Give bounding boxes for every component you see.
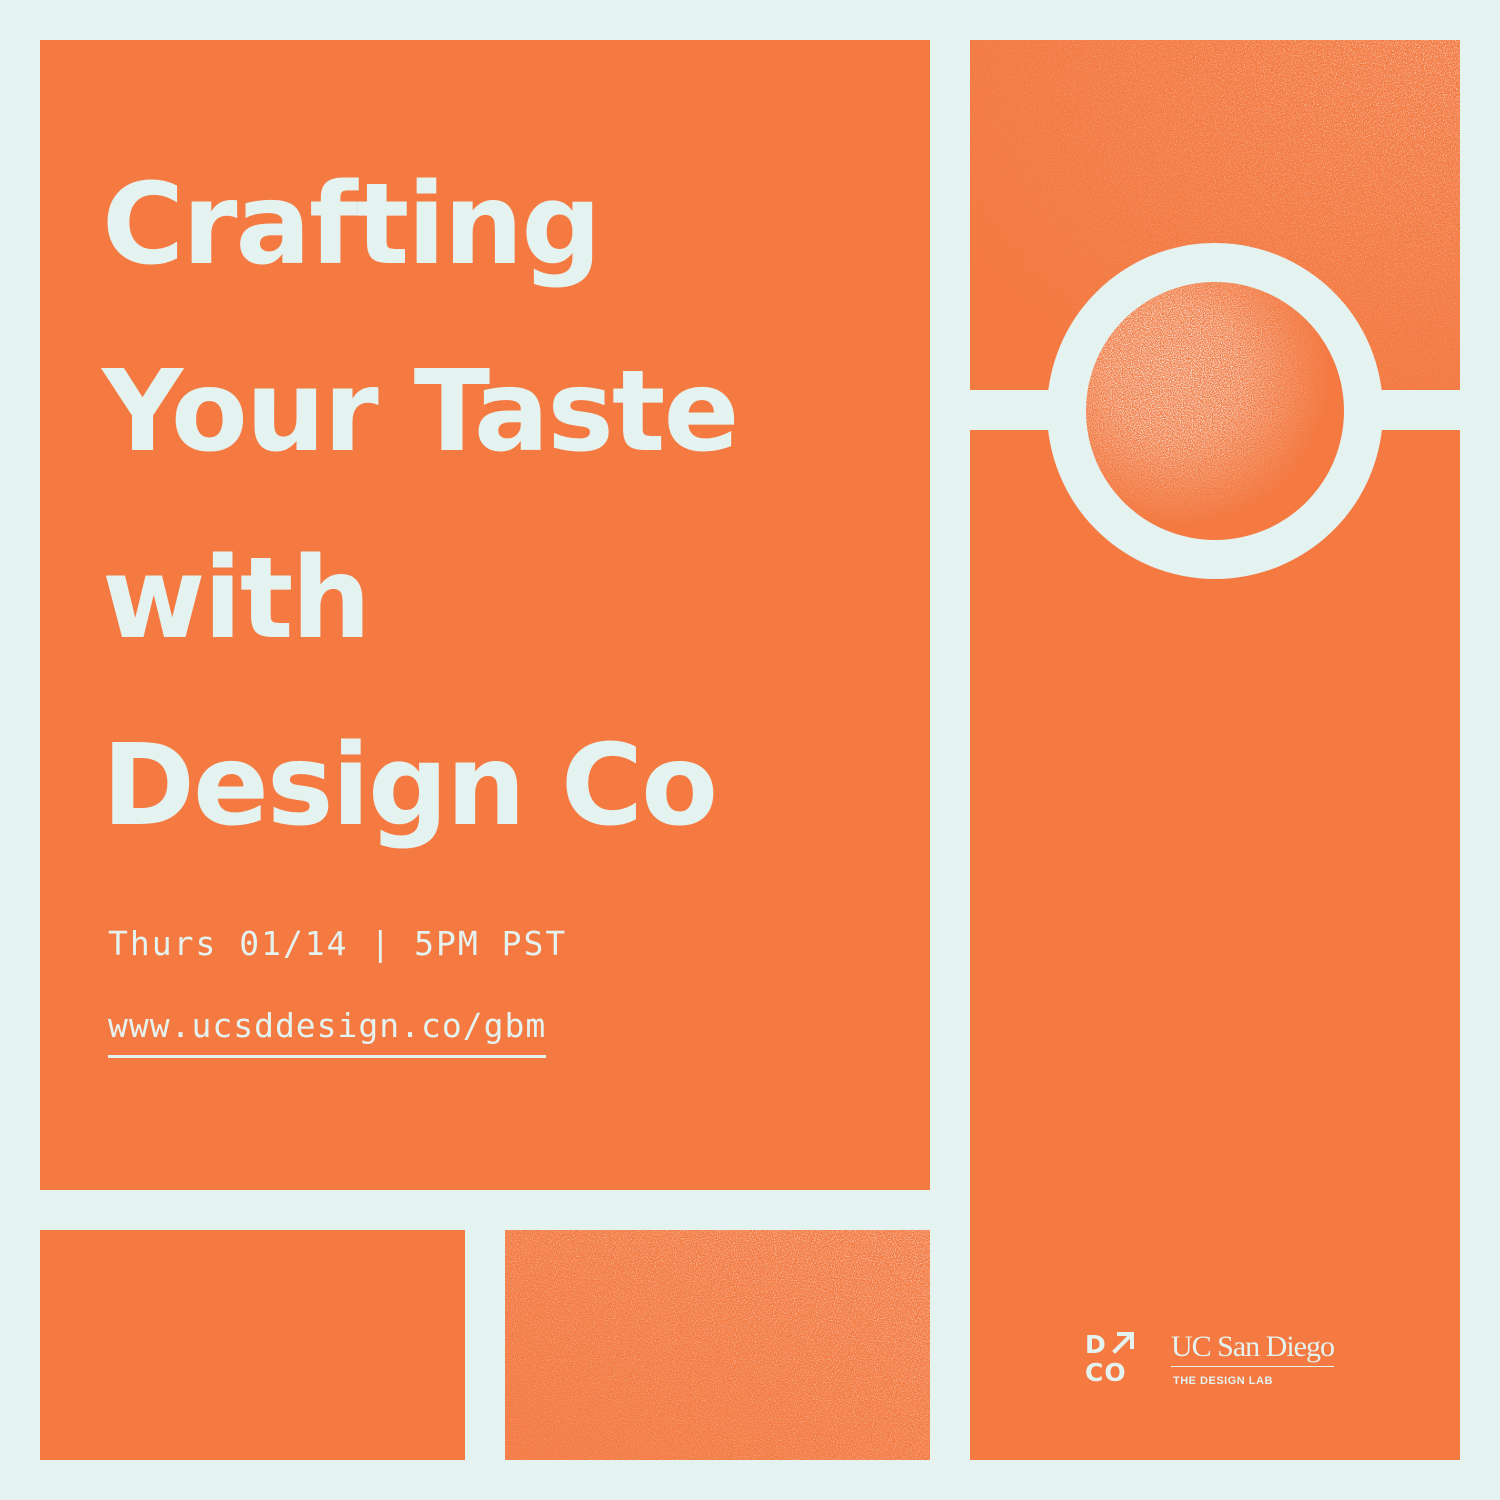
event-title: Crafting Your Taste with Design Co (102, 132, 739, 880)
right-tall-panel (970, 430, 1460, 1460)
grain-texture (505, 1230, 930, 1460)
ucsd-design-lab-logo: UC San Diego THE DESIGN LAB (1171, 1330, 1335, 1387)
event-url-link[interactable]: www.ucsddesign.co/gbm (108, 1006, 547, 1058)
dco-logo-d: D (1085, 1330, 1106, 1359)
event-date-time: Thurs 01/14 | 5PM PST (108, 924, 568, 963)
orb-ring-graphic (1047, 243, 1383, 579)
dco-logo-co: CO (1085, 1358, 1127, 1387)
grain-panel-bottom (505, 1230, 930, 1460)
bottom-left-panel (40, 1230, 465, 1460)
title-line-3: with (102, 534, 371, 664)
design-lab-label: THE DESIGN LAB (1173, 1375, 1273, 1387)
arrow-up-right-icon (1112, 1332, 1134, 1354)
design-co-logo: D CO (1085, 1330, 1139, 1387)
ucsd-name: UC San Diego (1171, 1330, 1335, 1367)
title-line-1: Crafting (102, 160, 602, 290)
main-panel: Crafting Your Taste with Design Co Thurs… (40, 40, 930, 1190)
sponsor-logos: D CO UC San Diego THE DESIGN LAB (1085, 1330, 1355, 1390)
title-line-2: Your Taste (102, 347, 739, 477)
title-line-4: Design Co (102, 721, 718, 851)
